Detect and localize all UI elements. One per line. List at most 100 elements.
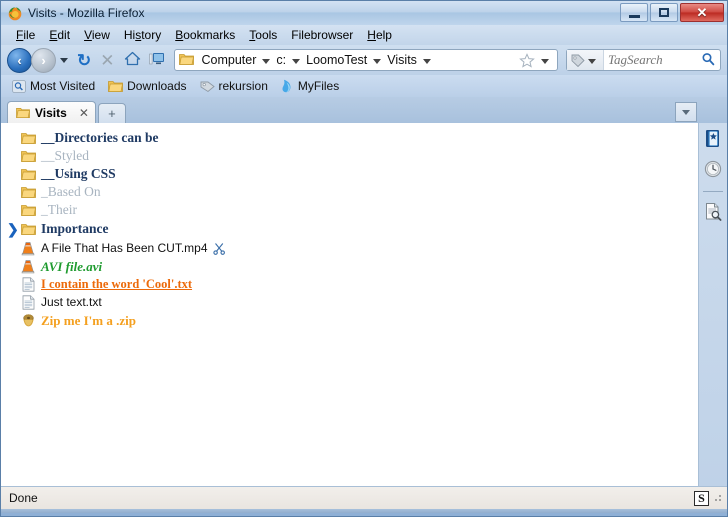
- list-item-label: AVI file.avi: [41, 258, 103, 274]
- chevron-down-icon: [588, 58, 596, 64]
- folder-icon: [20, 202, 36, 218]
- bookmark-most-visited[interactable]: Most Visited: [7, 78, 100, 94]
- myfiles-icon: [281, 79, 294, 93]
- bookmark-label: rekursion: [218, 79, 268, 93]
- list-item-label: Just text.txt: [41, 295, 102, 309]
- chevron-right-icon[interactable]: ❯: [7, 222, 20, 236]
- bookmark-downloads[interactable]: Downloads: [103, 78, 191, 94]
- breadcrumb-visits[interactable]: Visits: [385, 53, 419, 67]
- list-item[interactable]: ❯ _Based On: [5, 183, 698, 201]
- search-bar[interactable]: [566, 49, 721, 71]
- menu-file[interactable]: File: [9, 27, 42, 43]
- browser-window: Visits - Mozilla Firefox ✕ File Edit Vie…: [0, 0, 728, 517]
- file-list: ❯ __Directories can be ❯: [1, 123, 699, 486]
- chevron-down-icon[interactable]: [60, 57, 68, 63]
- resize-grip[interactable]: [713, 493, 723, 503]
- magnifier-icon[interactable]: [701, 52, 720, 69]
- status-bar: Done S: [1, 486, 727, 509]
- list-item[interactable]: ❯ Just text.txt: [5, 293, 698, 311]
- most-visited-icon: [12, 79, 26, 93]
- bookmark-rekursion[interactable]: rekursion: [195, 78, 273, 94]
- menu-help[interactable]: Help: [360, 27, 399, 43]
- search-engine-selector[interactable]: [567, 50, 604, 70]
- tab-strip: Visits ✕ +: [1, 97, 727, 123]
- bookmarks-sidebar-button[interactable]: [702, 129, 724, 151]
- menu-bookmarks[interactable]: Bookmarks: [168, 27, 242, 43]
- reload-button[interactable]: ↻: [74, 52, 94, 69]
- breadcrumb-loomotest[interactable]: LoomoTest: [304, 53, 369, 67]
- status-text: Done: [9, 491, 38, 505]
- chevron-down-icon[interactable]: [422, 58, 431, 64]
- list-item[interactable]: ❯ __Directories can be: [5, 129, 698, 147]
- chevron-right-icon: ❯: [7, 259, 20, 273]
- right-sidebar: [699, 123, 727, 486]
- address-bar[interactable]: Computer c: LoomoTest Visits: [173, 49, 558, 71]
- chevron-right-icon: ❯: [7, 277, 20, 291]
- folder-icon: [20, 221, 36, 237]
- scissors-icon: [212, 242, 226, 255]
- chevron-down-icon[interactable]: [262, 58, 271, 64]
- tab-visits[interactable]: Visits ✕: [7, 101, 96, 123]
- bookmark-star-button[interactable]: [519, 52, 537, 68]
- chevron-right-icon: ❯: [7, 295, 20, 309]
- chevron-down-icon[interactable]: [373, 58, 382, 64]
- chevron-right-icon: ❯: [7, 167, 20, 181]
- list-item[interactable]: ❯ A File That Has Been CUT.mp4: [5, 239, 698, 257]
- list-item[interactable]: ❯ I contain the word 'Coo: [5, 275, 698, 293]
- forward-button[interactable]: ›: [31, 47, 56, 73]
- stop-button[interactable]: ✕: [96, 52, 118, 69]
- folder-icon: [20, 130, 36, 146]
- search-input[interactable]: [604, 52, 701, 68]
- bookmark-label: Downloads: [127, 79, 187, 93]
- list-item-label: _Their: [41, 202, 77, 218]
- home-button[interactable]: [121, 51, 144, 69]
- list-all-tabs-button[interactable]: [675, 102, 697, 122]
- minimize-button[interactable]: [620, 3, 648, 22]
- back-button[interactable]: ‹: [7, 47, 32, 73]
- bookmark-myfiles[interactable]: MyFiles: [276, 78, 344, 94]
- navigation-toolbar: ‹ › ↻ ✕ Computer c: LoomoTest Visits Tag…: [1, 45, 727, 75]
- status-bar-right: S: [694, 490, 723, 506]
- noscript-icon[interactable]: S: [694, 490, 709, 506]
- breadcrumb-computer[interactable]: Computer: [200, 53, 259, 67]
- chevron-right-icon: ❯: [7, 185, 20, 199]
- list-item-label: A File That Has Been CUT.mp4: [41, 241, 208, 255]
- new-tab-button[interactable]: +: [97, 103, 126, 123]
- list-item[interactable]: ❯ Zip me I'm a .zip: [5, 311, 698, 329]
- minimize-icon: [628, 14, 640, 18]
- menu-filebrowser[interactable]: Filebrowser: [284, 27, 360, 43]
- menu-bar: File Edit View History Bookmarks Tools F…: [1, 25, 727, 45]
- list-item[interactable]: ❯ __Styled: [5, 147, 698, 165]
- chevron-down-icon[interactable]: [292, 58, 301, 64]
- list-item-label: __Directories can be: [41, 130, 159, 146]
- divider: [703, 191, 723, 192]
- forward-arrow-icon: ›: [41, 52, 46, 68]
- list-item[interactable]: ❯ _Their: [5, 201, 698, 219]
- menu-edit[interactable]: Edit: [42, 27, 77, 43]
- folder-icon: [178, 52, 194, 69]
- list-item[interactable]: ❯ Importance: [5, 219, 698, 239]
- menu-history[interactable]: History: [117, 27, 168, 43]
- history-sidebar-button[interactable]: [702, 159, 724, 181]
- list-item[interactable]: ❯ __Using CSS: [5, 165, 698, 183]
- menu-view[interactable]: View: [77, 27, 117, 43]
- bookmarks-book-icon: [704, 129, 722, 151]
- close-button[interactable]: ✕: [680, 3, 724, 22]
- maximize-button[interactable]: [650, 3, 678, 22]
- bookmark-label: MyFiles: [297, 79, 340, 93]
- desktop-button[interactable]: [146, 52, 168, 69]
- list-item[interactable]: ❯ AVI file.avi: [5, 257, 698, 275]
- bookmark-label: Most Visited: [30, 79, 96, 93]
- window-controls: ✕: [620, 3, 724, 22]
- star-dropdown-icon[interactable]: [541, 58, 549, 64]
- folder-icon: [20, 166, 36, 182]
- find-sidebar-button[interactable]: [702, 202, 724, 224]
- menu-tools[interactable]: Tools: [242, 27, 284, 43]
- chevron-right-icon: ❯: [7, 313, 20, 327]
- breadcrumb-c[interactable]: c:: [274, 53, 288, 67]
- folder-icon: [108, 79, 124, 93]
- chevron-right-icon: ❯: [7, 149, 20, 163]
- firefox-icon: [7, 5, 23, 21]
- chevron-right-icon: ❯: [7, 131, 20, 145]
- close-icon[interactable]: ✕: [79, 107, 89, 119]
